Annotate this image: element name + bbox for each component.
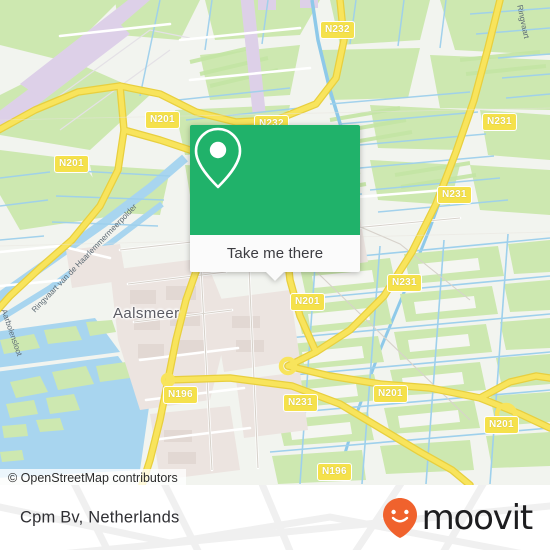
take-me-there-button[interactable]: Take me there [190,235,360,281]
road-shield-n232-north[interactable]: N232 [320,21,355,39]
screenshot-root: Aalsmeer Ringvaart van de Haarlemmermeer… [0,0,550,550]
popup-icon-area [190,125,360,235]
road-shield-n201-se[interactable]: N201 [373,385,408,403]
road-shield-n201-far-se[interactable]: N201 [484,416,519,434]
map-pin-icon [194,127,242,189]
location-popup-card[interactable]: Take me there [190,125,360,281]
take-me-there-label: Take me there [226,245,324,262]
osm-attribution[interactable]: © OpenStreetMap contributors [0,469,186,485]
road-shield-n231-east[interactable]: N231 [437,186,472,204]
map-place-label-aalsmeer: Aalsmeer [113,305,180,322]
road-shield-n196-south[interactable]: N196 [317,463,352,481]
moovit-logo[interactable]: moovit [380,496,534,540]
page-title: Cpm Bv, Netherlands [20,508,180,526]
moovit-smiley-pin-icon [382,497,417,538]
road-shield-n201-nw[interactable]: N201 [145,111,180,129]
road-shield-n196-sw[interactable]: N196 [163,386,198,404]
road-shield-n201-west[interactable]: N201 [54,155,89,173]
popup-pointer-tail [266,272,284,281]
road-shield-n231-mid[interactable]: N231 [387,274,422,292]
road-shield-n231-ne[interactable]: N231 [482,113,517,131]
map-canvas[interactable]: Aalsmeer Ringvaart van de Haarlemmermeer… [0,0,550,485]
footer-bar: Cpm Bv, Netherlands moovit [0,485,550,550]
road-shield-n231-south[interactable]: N231 [283,394,318,412]
moovit-wordmark: moovit [421,497,534,538]
road-shield-n201-center[interactable]: N201 [290,293,325,311]
